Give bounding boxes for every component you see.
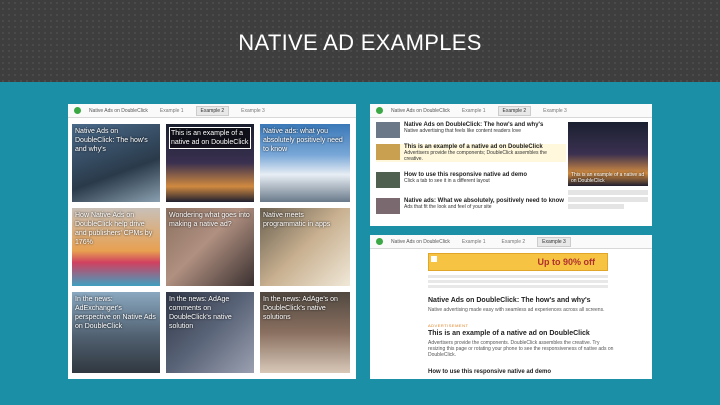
ad-banner-text: Up to 90% off <box>537 257 596 267</box>
ad-choices-icon <box>431 256 437 262</box>
tile-caption: Native Ads on DoubleClick: The how's and… <box>75 128 148 153</box>
tab-example-1[interactable]: Example 1 <box>156 107 188 115</box>
thumbnail-image <box>376 122 400 138</box>
tile-caption: How Native Ads on DoubleClick help drive… <box>75 212 153 246</box>
left-tabs-bar: Native Ads on DoubleClick Example 1 Exam… <box>68 104 356 118</box>
ad-label: ADVERTISEMENT <box>428 323 469 328</box>
top-right-screenshot-panel: Native Ads on DoubleClick Example 1 Exam… <box>370 104 652 226</box>
logo-icon <box>74 107 81 114</box>
thumbnail-image <box>376 144 400 160</box>
left-screenshot-panel: Native Ads on DoubleClick Example 1 Exam… <box>68 104 356 379</box>
tab-example-2[interactable]: Example 2 <box>497 105 532 116</box>
tile-caption: This is an example of a native ad on Dou… <box>169 127 251 149</box>
row-subtitle: Advertisers provide the components; Doub… <box>404 150 547 162</box>
slide-title: NATIVE AD EXAMPLES <box>238 30 482 55</box>
tile-2[interactable]: This is an example of a native ad on Dou… <box>166 124 254 202</box>
tile-6[interactable]: Native meets programmatic in apps <box>260 208 350 286</box>
tab-example-2[interactable]: Example 2 <box>498 238 530 246</box>
row-subtitle: Ads that fit the look and feel of your s… <box>404 204 492 210</box>
row-subtitle: Click a tab to see it in a different lay… <box>404 178 490 184</box>
bottom-right-tabs-bar: Native Ads on DoubleClick Example 1 Exam… <box>370 235 652 249</box>
list-item[interactable]: This is an example of a native ad on Dou… <box>376 144 566 162</box>
app-title: Native Ads on DoubleClick <box>391 107 450 114</box>
bottom-right-screenshot-panel: Native Ads on DoubleClick Example 1 Exam… <box>370 235 652 379</box>
tab-example-3[interactable]: Example 3 <box>539 107 571 115</box>
list-item[interactable]: How to use this responsive native ad dem… <box>376 172 566 190</box>
placeholder-text <box>428 275 608 289</box>
article-heading-1[interactable]: Native Ads on DoubleClick: The how's and… <box>428 297 591 304</box>
tab-example-3[interactable]: Example 3 <box>537 236 571 247</box>
tab-example-2[interactable]: Example 2 <box>195 105 230 116</box>
featured-ad-image[interactable]: This is an example of a native ad on Dou… <box>568 122 648 186</box>
article-body-1: Native advertising made easy with seamle… <box>428 307 605 313</box>
tile-7[interactable]: In the news: AdExchanger's perspective o… <box>72 292 160 373</box>
tile-caption: In the news: AdExchanger's perspective o… <box>75 296 156 330</box>
tile-caption: Native ads: what you absolutely positive… <box>263 128 343 153</box>
tile-4[interactable]: How Native Ads on DoubleClick help drive… <box>72 208 160 286</box>
top-right-tabs-bar: Native Ads on DoubleClick Example 1 Exam… <box>370 104 652 118</box>
tile-5[interactable]: Wondering what goes into making a native… <box>166 208 254 286</box>
tile-caption: In the news: AdAge's on DoubleClick's na… <box>263 296 338 321</box>
tab-example-3[interactable]: Example 3 <box>237 107 269 115</box>
thumbnail-image <box>376 172 400 188</box>
ad-banner[interactable]: Up to 90% off <box>428 253 608 271</box>
tile-caption: Wondering what goes into making a native… <box>169 212 250 228</box>
tile-caption: Native meets programmatic in apps <box>263 212 331 228</box>
tab-example-1[interactable]: Example 1 <box>458 238 490 246</box>
article-body-2: Advertisers provide the components. Doub… <box>428 340 614 358</box>
featured-ad-caption: This is an example of a native ad on Dou… <box>571 172 645 184</box>
thumbnail-image <box>376 198 400 214</box>
list-item[interactable]: Native ads: What we absolutely, positive… <box>376 198 566 216</box>
app-title: Native Ads on DoubleClick <box>391 238 450 245</box>
tab-example-1[interactable]: Example 1 <box>458 107 490 115</box>
logo-icon <box>376 238 383 245</box>
article-heading-3[interactable]: How to use this responsive native ad dem… <box>428 369 551 375</box>
article-heading-2[interactable]: This is an example of a native ad on Dou… <box>428 330 590 337</box>
tile-caption: In the news: AdAge comments on DoubleCli… <box>169 296 232 330</box>
tile-1[interactable]: Native Ads on DoubleClick: The how's and… <box>72 124 160 202</box>
list-item[interactable]: Native Ads on DoubleClick: The how's and… <box>376 122 566 140</box>
tile-9[interactable]: In the news: AdAge's on DoubleClick's na… <box>260 292 350 373</box>
logo-icon <box>376 107 383 114</box>
row-subtitle: Native advertising that feels like conte… <box>404 128 522 134</box>
featured-ad-text <box>568 190 648 209</box>
tile-3[interactable]: Native ads: what you absolutely positive… <box>260 124 350 202</box>
app-title: Native Ads on DoubleClick <box>89 107 148 114</box>
tile-8[interactable]: In the news: AdAge comments on DoubleCli… <box>166 292 254 373</box>
